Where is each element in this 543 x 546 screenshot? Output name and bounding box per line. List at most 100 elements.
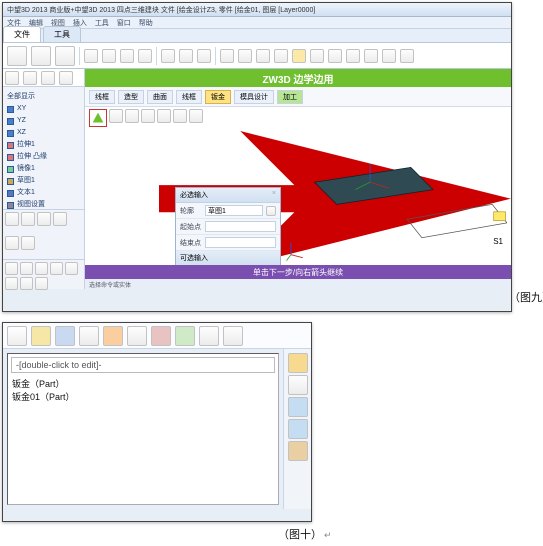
icon14[interactable]	[364, 49, 378, 63]
lb1[interactable]	[5, 262, 18, 275]
lt4[interactable]	[53, 212, 67, 226]
icon15[interactable]	[382, 49, 396, 63]
icon5[interactable]	[161, 49, 175, 63]
lb3[interactable]	[35, 262, 48, 275]
icon9[interactable]	[238, 49, 252, 63]
app-window-2: -[double-click to edit]- 钣金（Part） 钣金01（P…	[2, 322, 312, 522]
lbl-profile: 轮廓	[180, 206, 202, 216]
open-icon[interactable]	[31, 46, 51, 66]
t2-tool-icon[interactable]	[199, 326, 219, 346]
t2-print-icon[interactable]	[79, 326, 99, 346]
left-ico2[interactable]	[23, 71, 37, 85]
vt6[interactable]: 加工	[277, 90, 303, 104]
icon2[interactable]	[102, 49, 116, 63]
r-icon1[interactable]	[288, 353, 308, 373]
new-icon[interactable]	[7, 46, 27, 66]
sm-ico2[interactable]	[125, 109, 139, 123]
separator	[156, 47, 157, 65]
vt4-active[interactable]: 钣金	[205, 90, 231, 104]
t2-open-icon[interactable]	[31, 326, 51, 346]
part-1[interactable]: 钣金（Part）	[12, 378, 274, 391]
ribbon-tab-tools[interactable]: 工具	[43, 26, 81, 42]
cut-icon[interactable]	[346, 49, 360, 63]
sm-ico4[interactable]	[157, 109, 171, 123]
ribbon-tabs: 文件 工具	[3, 29, 511, 43]
vt2[interactable]: 曲面	[147, 90, 173, 104]
profile-input[interactable]	[205, 205, 263, 216]
icon8[interactable]	[220, 49, 234, 63]
t2-erase-icon[interactable]	[103, 326, 123, 346]
figure-label-10: （图十）↵	[278, 526, 543, 542]
menu-window[interactable]: 窗口	[117, 20, 131, 27]
parts-list[interactable]: 钣金（Part） 钣金01（Part）	[8, 376, 278, 406]
icon3[interactable]	[120, 49, 134, 63]
lt3[interactable]	[37, 212, 51, 226]
icon10[interactable]	[256, 49, 270, 63]
r-icon4[interactable]	[288, 419, 308, 439]
vt1[interactable]: 造型	[118, 90, 144, 104]
t2-gear-icon[interactable]	[223, 326, 243, 346]
sheetmetal-extrude-icon[interactable]	[89, 109, 107, 127]
lb2[interactable]	[20, 262, 33, 275]
t2-brush-icon[interactable]	[127, 326, 147, 346]
r-icon3[interactable]	[288, 397, 308, 417]
lb7[interactable]	[20, 277, 33, 290]
icon13[interactable]	[328, 49, 342, 63]
menu-help[interactable]: 帮助	[139, 20, 153, 27]
r-icon5[interactable]	[288, 441, 308, 461]
t2-save-icon[interactable]	[55, 326, 75, 346]
ribbon-tab-file[interactable]: 文件	[3, 26, 41, 42]
lb5[interactable]	[65, 262, 78, 275]
icon11[interactable]	[274, 49, 288, 63]
panel-header: 必选输入×	[176, 188, 280, 203]
tutorial-step-bar[interactable]: 单击下一步/向右箭头继续	[85, 265, 511, 279]
tutorial-title: ZW3D 边学边用	[85, 69, 511, 87]
r-icon2[interactable]	[288, 375, 308, 395]
left-ico3[interactable]	[41, 71, 55, 85]
edit-line[interactable]: -[double-click to edit]-	[11, 357, 275, 373]
lb8[interactable]	[35, 277, 48, 290]
icon6[interactable]	[179, 49, 193, 63]
left-ico4[interactable]	[59, 71, 73, 85]
menu-tools[interactable]: 工具	[95, 20, 109, 27]
left-ico1[interactable]	[5, 71, 19, 85]
lb4[interactable]	[50, 262, 63, 275]
icon12[interactable]	[310, 49, 324, 63]
panel-close-icon[interactable]: ×	[272, 190, 276, 197]
icon16[interactable]	[400, 49, 414, 63]
sm-ico3[interactable]	[141, 109, 155, 123]
vt5[interactable]: 模具设计	[234, 90, 274, 104]
icon1[interactable]	[84, 49, 98, 63]
t2-exit-icon[interactable]	[151, 326, 171, 346]
t2-new-icon[interactable]	[7, 326, 27, 346]
sm-ico5[interactable]	[173, 109, 187, 123]
panel-header2: 可选输入	[176, 251, 280, 266]
lt1[interactable]	[5, 212, 19, 226]
tree-xy: XY	[7, 103, 80, 115]
vt3[interactable]: 线框	[176, 90, 202, 104]
lt5[interactable]	[5, 236, 19, 250]
lt6[interactable]	[21, 236, 35, 250]
sm-ico6[interactable]	[189, 109, 203, 123]
lt2[interactable]	[21, 212, 35, 226]
vt0[interactable]: 线框	[89, 90, 115, 104]
sm-ico1[interactable]	[109, 109, 123, 123]
icon4[interactable]	[138, 49, 152, 63]
tree-root: 全部显示	[7, 91, 80, 103]
t2-run-icon[interactable]	[175, 326, 195, 346]
tree-flange: 拉伸 凸缘	[7, 151, 80, 163]
lbl-start: 起始点	[180, 222, 202, 232]
pick-icon[interactable]	[266, 206, 276, 216]
feature-tree[interactable]: 全部显示 XY YZ XZ 拉伸1 拉伸 凸缘 镜像1 草图1 文本1 视图设置…	[3, 87, 84, 209]
parts-panel[interactable]: -[double-click to edit]- 钣金（Part） 钣金01（P…	[7, 353, 279, 505]
end-input[interactable]	[205, 237, 276, 248]
icon7[interactable]	[197, 49, 211, 63]
tree-sketch: 草图1	[7, 175, 80, 187]
save-icon[interactable]	[55, 46, 75, 66]
status-bar: 选择命令或实体	[85, 279, 511, 289]
lb6[interactable]	[5, 277, 18, 290]
start-input[interactable]	[205, 221, 276, 232]
save2-icon[interactable]	[292, 49, 306, 63]
model-canvas[interactable]: S1	[285, 129, 507, 265]
part-2[interactable]: 钣金01（Part）	[12, 391, 274, 404]
